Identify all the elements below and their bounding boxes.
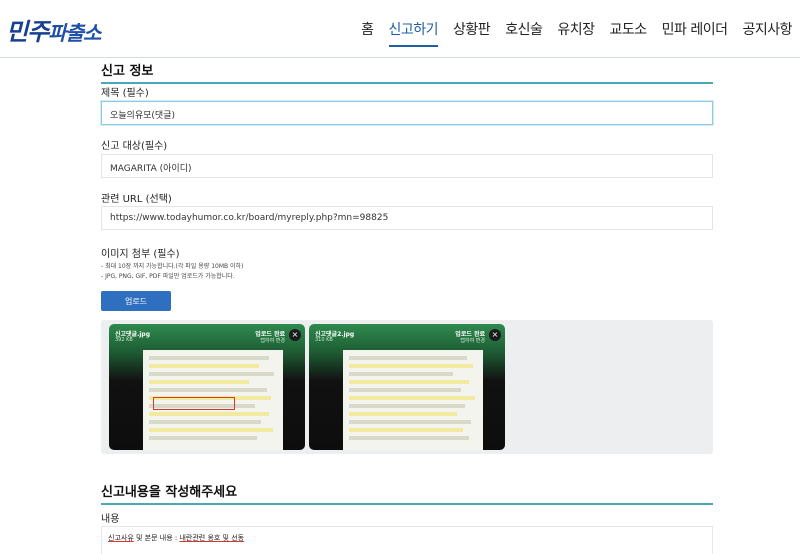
upload-status-sub: 탭하여 변경: [260, 338, 285, 344]
nav-radar[interactable]: 민파 레이더: [662, 19, 728, 47]
file-size: 310 KB: [315, 337, 333, 343]
nav-self-defense[interactable]: 호신술: [505, 19, 543, 47]
nav-notice[interactable]: 공지사항: [742, 19, 792, 47]
file-size: 392 KB: [115, 337, 133, 343]
highlight-box: [153, 397, 235, 410]
remove-file-icon[interactable]: ×: [489, 329, 501, 341]
content-textarea[interactable]: 신고사유 및 본문 내용 : 내란관련 옹호 및 선동: [101, 526, 713, 554]
nav-prison[interactable]: 교도소: [609, 19, 647, 47]
content-text-c: 내란관련 옹호 및 선동: [179, 534, 245, 542]
nav-report[interactable]: 신고하기: [388, 19, 439, 47]
upload-status-sub: 탭하여 변경: [460, 338, 485, 344]
upload-card[interactable]: 신고댓글.jpg 392 KB 업로드 완료 탭하여 변경 ×: [109, 324, 305, 450]
nav-jail[interactable]: 유치장: [557, 19, 595, 47]
attach-help-1: - 최대 10장 까지 가능합니다.(각 파일 용량 10MB 이하): [101, 263, 244, 270]
target-label: 신고 대상(필수): [101, 141, 168, 152]
url-label: 관련 URL (선택): [101, 194, 172, 205]
attach-help-2: - JPG, PNG, GIF, PDF 파일만 업로드가 가능합니다.: [101, 273, 235, 280]
site-header: 민주파출소 홈 신고하기 상황판 호신술 유치장 교도소 민파 레이더 공지사항: [0, 0, 800, 58]
section-title-content: 신고내용을 작성해주세요: [101, 479, 713, 505]
nav-status-board[interactable]: 상황판: [453, 19, 491, 47]
content-text-a: 신고사유: [108, 534, 134, 542]
title-label: 제목 (필수): [101, 88, 149, 99]
content-label: 내용: [101, 514, 120, 525]
section-title-report-info: 신고 정보: [101, 58, 713, 84]
title-input[interactable]: 오늘의유모(댓글): [101, 101, 713, 125]
attach-label: 이미지 첨부 (필수): [101, 249, 180, 260]
content-section: 신고내용을 작성해주세요: [101, 479, 713, 505]
upload-button[interactable]: 업로드: [101, 291, 171, 311]
upload-preview-area: 신고댓글.jpg 392 KB 업로드 완료 탭하여 변경 × 신고댓글2.jp…: [101, 320, 713, 454]
target-input[interactable]: MAGARITA (아이디): [101, 154, 713, 178]
remove-file-icon[interactable]: ×: [289, 329, 301, 341]
upload-card[interactable]: 신고댓글2.jpg 310 KB 업로드 완료 탭하여 변경 ×: [309, 324, 505, 450]
main-nav: 홈 신고하기 상황판 호신술 유치장 교도소 민파 레이더 공지사항: [346, 19, 792, 47]
report-info-section: 신고 정보: [101, 58, 713, 84]
nav-home[interactable]: 홈: [361, 19, 374, 47]
screenshot-thumbnail: [343, 350, 483, 450]
site-logo[interactable]: 민주파출소: [6, 12, 101, 47]
logo-text-b: 파출소: [48, 21, 101, 45]
logo-text-a: 민주: [6, 18, 49, 46]
url-input[interactable]: https://www.todayhumor.co.kr/board/myrep…: [101, 206, 713, 230]
content-text-b: 및 본문 내용 :: [133, 534, 180, 542]
screenshot-thumbnail: [143, 350, 283, 450]
